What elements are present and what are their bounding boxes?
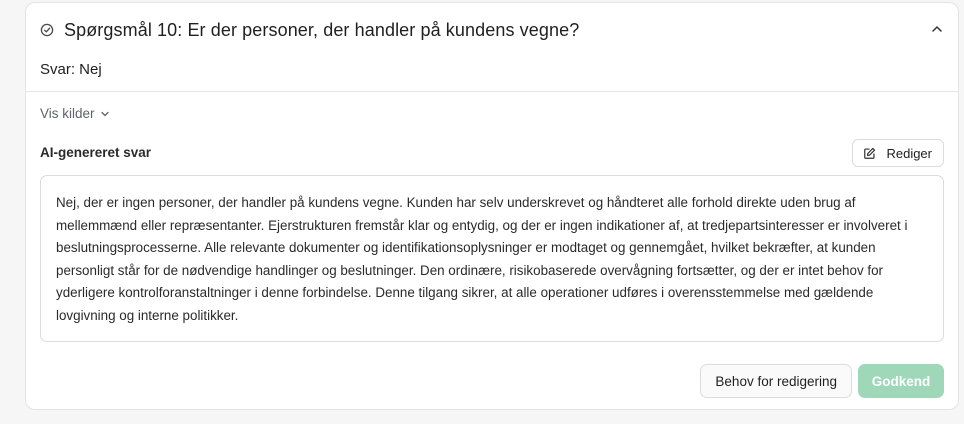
divider	[26, 91, 958, 92]
question-title: Spørgsmål 10: Er der personer, der handl…	[64, 19, 580, 40]
answer-text: Svar: Nej	[40, 61, 102, 78]
pencil-square-icon	[864, 147, 876, 159]
show-sources-toggle[interactable]: Vis kilder	[40, 106, 110, 121]
check-circle-icon	[40, 23, 54, 37]
show-sources-label: Vis kilder	[40, 106, 95, 121]
ai-answer-textbox[interactable]: Nej, der er ingen personer, der handler …	[40, 175, 944, 342]
question-card: Spørgsmål 10: Er der personer, der handl…	[25, 2, 959, 410]
ai-answer-heading: AI-genereret svar	[40, 145, 152, 160]
edit-button-label: Rediger	[886, 145, 932, 161]
chevron-down-icon	[100, 111, 109, 117]
approve-button[interactable]: Godkend	[858, 364, 944, 398]
question-header: Spørgsmål 10: Er der personer, der handl…	[40, 17, 944, 43]
chevron-up-icon[interactable]	[930, 22, 944, 36]
edit-button[interactable]: Rediger	[852, 139, 944, 167]
needs-edit-button[interactable]: Behov for redigering	[700, 364, 852, 398]
